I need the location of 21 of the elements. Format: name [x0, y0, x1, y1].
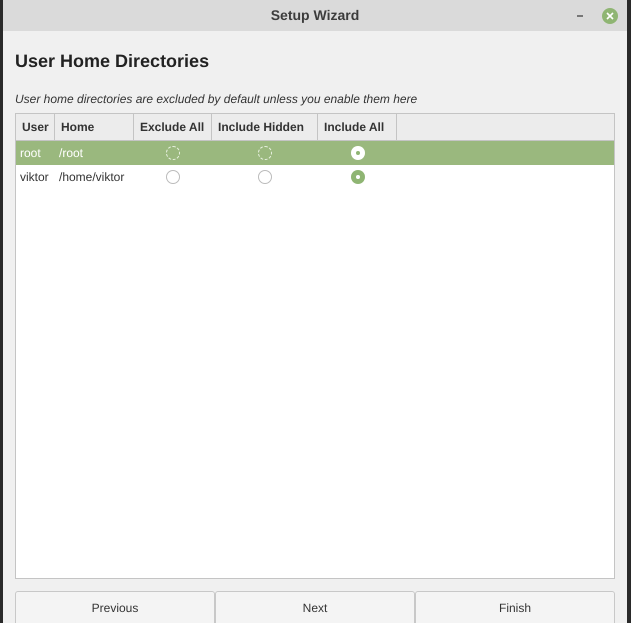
nav-button[interactable]: Previous	[15, 591, 215, 623]
page-heading: User Home Directories	[15, 50, 210, 73]
description-text: User home directories are excluded by default unless you enable them here	[15, 91, 418, 108]
radio-button[interactable]	[350, 146, 364, 160]
column-header[interactable]: Include All	[318, 114, 397, 140]
table-cell-text: /home/viktor	[58, 169, 126, 186]
close-icon[interactable]	[602, 8, 618, 24]
table-cell-text: root	[19, 145, 42, 162]
radio-button[interactable]	[166, 170, 180, 184]
column-header[interactable]: User	[16, 114, 55, 140]
column-header[interactable]: Include Hidden	[212, 114, 318, 140]
nav-button[interactable]: Next	[215, 591, 415, 623]
column-header[interactable]: Home	[55, 114, 134, 140]
window-title: Setup Wizard	[270, 6, 360, 25]
radio-button[interactable]	[258, 170, 272, 184]
radio-button[interactable]	[350, 170, 364, 184]
table-cell-text: viktor	[19, 169, 50, 186]
nav-button[interactable]: Finish	[415, 591, 615, 623]
column-header[interactable]: Exclude All	[134, 114, 212, 140]
table-cell-text: /root	[58, 145, 84, 162]
minimize-icon[interactable]	[577, 15, 583, 17]
